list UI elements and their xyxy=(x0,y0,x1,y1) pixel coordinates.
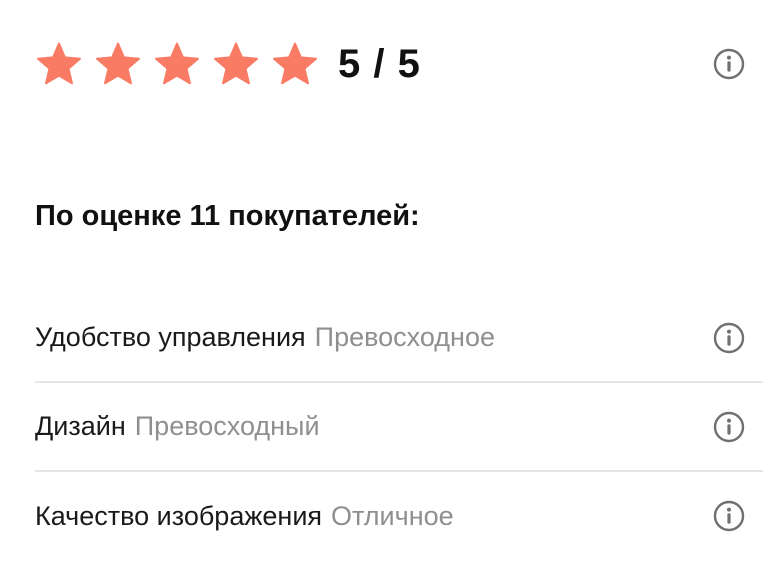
rating-value: 5 / 5 xyxy=(338,42,421,86)
star-icon xyxy=(153,40,201,88)
criterion-name: Удобство управления xyxy=(35,322,306,352)
info-icon[interactable] xyxy=(713,411,745,443)
star-icon xyxy=(35,40,83,88)
criterion-row: Удобство управления Превосходное xyxy=(35,294,763,383)
rating-summary: 5 / 5 xyxy=(35,36,745,92)
criterion-row: Качество изображения Отличное xyxy=(35,472,763,561)
reviewers-count-title: По оценке 11 покупателей: xyxy=(35,200,420,232)
criterion-row: Дизайн Превосходный xyxy=(35,383,763,472)
star-icon xyxy=(94,40,142,88)
criterion-grade: Отличное xyxy=(331,501,454,531)
info-icon[interactable] xyxy=(713,48,745,80)
info-icon[interactable] xyxy=(713,500,745,532)
star-icon xyxy=(271,40,319,88)
criteria-list: Удобство управления Превосходное Дизайн … xyxy=(35,294,763,561)
criterion-grade: Превосходный xyxy=(134,411,320,441)
criterion-name: Качество изображения xyxy=(35,501,323,531)
star-icon xyxy=(212,40,260,88)
info-icon[interactable] xyxy=(713,322,745,354)
star-rating xyxy=(35,40,319,88)
criterion-grade: Превосходное xyxy=(314,322,495,352)
criterion-name: Дизайн xyxy=(35,411,126,441)
